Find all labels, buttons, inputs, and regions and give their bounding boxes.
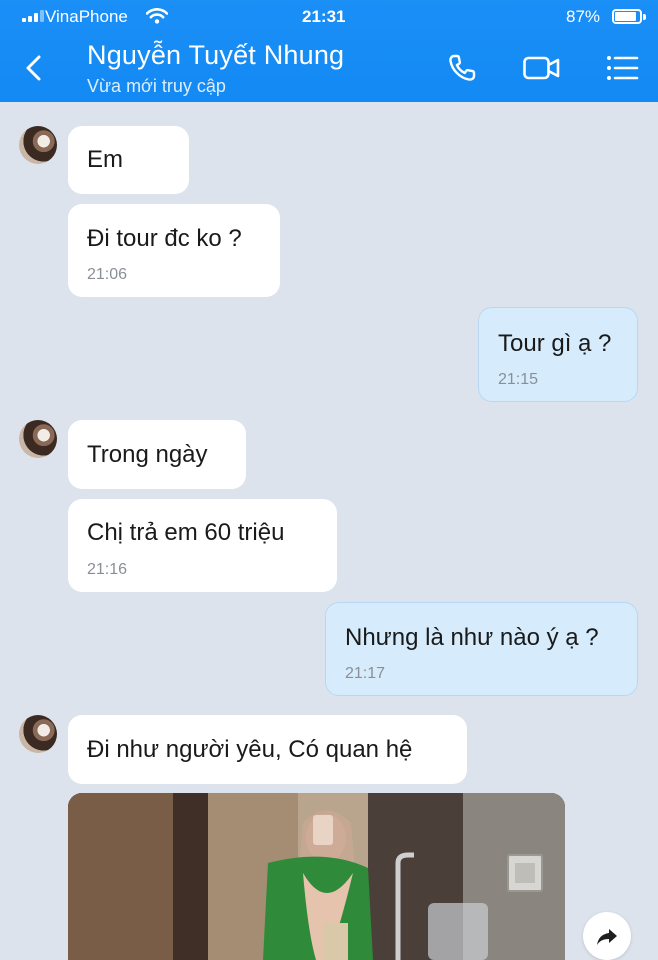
- photo-image: [68, 793, 565, 960]
- avatar[interactable]: [19, 126, 57, 164]
- message-text: Tour gì ạ ?: [498, 330, 612, 357]
- video-call-button[interactable]: [522, 50, 562, 86]
- message-bubble-incoming[interactable]: Đi như người yêu, Có quan hệ: [68, 715, 467, 784]
- menu-list-icon: [607, 56, 639, 80]
- message-bubble-incoming[interactable]: Đi tour đc ko ? 21:06: [68, 204, 280, 297]
- chat-header: VinaPhone 21:31 87% Nguyễn Tuyết Nhung V…: [0, 0, 658, 102]
- battery-icon: [612, 9, 642, 24]
- message-bubble-incoming[interactable]: Trong ngày: [68, 420, 246, 489]
- message-text: Nhưng là như nào ý ạ ?: [345, 624, 599, 651]
- avatar[interactable]: [19, 420, 57, 458]
- carrier-name: VinaPhone: [45, 7, 128, 26]
- battery-percentage: 87%: [566, 7, 601, 26]
- message-time: 21:16: [87, 561, 128, 578]
- phone-icon: [449, 54, 476, 81]
- message-text: Đi như người yêu, Có quan hệ: [87, 736, 413, 763]
- message-time: 21:15: [498, 371, 539, 388]
- message-bubble-incoming[interactable]: Chị trả em 60 triệu 21:16: [68, 499, 337, 592]
- options-button[interactable]: [603, 50, 643, 86]
- avatar[interactable]: [19, 715, 57, 753]
- message-time: 21:06: [87, 266, 128, 283]
- message-text: Trong ngày: [87, 441, 208, 468]
- contact-name[interactable]: Nguyễn Tuyết Nhung: [87, 40, 344, 71]
- message-text: Đi tour đc ko ?: [87, 225, 242, 252]
- status-time: 21:31: [302, 7, 346, 26]
- message-bubble-incoming[interactable]: Em: [68, 126, 189, 194]
- presence-status: Vừa mới truy cập: [87, 76, 226, 96]
- message-text: Em: [87, 146, 123, 173]
- status-bar: VinaPhone 21:31 87%: [0, 0, 658, 36]
- signal-strength-icon: [22, 10, 44, 22]
- wifi-icon: [146, 8, 168, 24]
- message-bubble-outgoing[interactable]: Nhưng là như nào ý ạ ? 21:17: [325, 602, 638, 696]
- message-text: Chị trả em 60 triệu: [87, 519, 285, 546]
- video-camera-icon: [523, 56, 560, 80]
- call-button[interactable]: [444, 50, 484, 86]
- message-time: 21:17: [345, 665, 386, 682]
- forward-button[interactable]: [583, 912, 631, 960]
- photo-attachment[interactable]: [68, 793, 565, 960]
- message-bubble-outgoing[interactable]: Tour gì ạ ? 21:15: [478, 307, 638, 402]
- chevron-left-icon[interactable]: [20, 52, 48, 84]
- share-arrow-icon: [597, 929, 617, 945]
